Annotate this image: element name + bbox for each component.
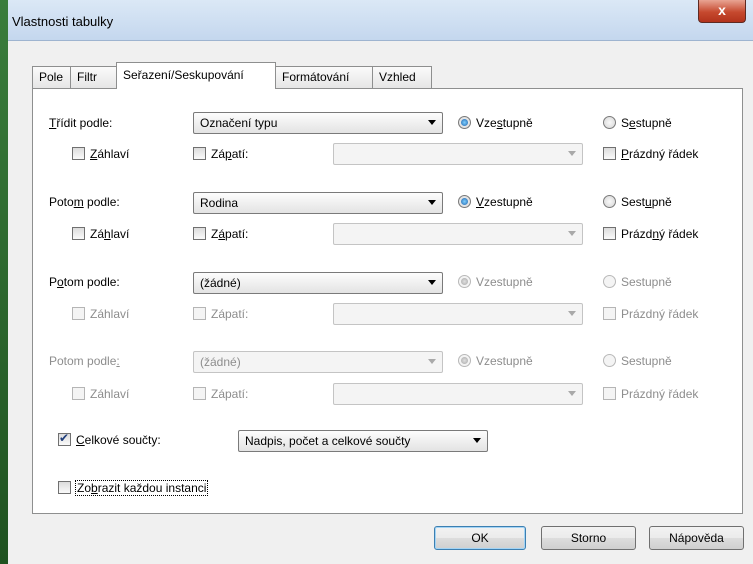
- descending-label-1: Sestupně: [621, 116, 672, 130]
- title-bar: Vlastnosti tabulky x: [8, 0, 753, 41]
- blank-row-checkbox-1[interactable]: [603, 147, 616, 160]
- dropdown-value: Rodina: [200, 196, 239, 210]
- footer-label-3: Zápatí:: [211, 307, 249, 321]
- ascending-label-4: Vzestupně: [476, 354, 533, 368]
- footer-checkbox-3[interactable]: [193, 307, 206, 320]
- dropdown-arrow-icon: [428, 280, 436, 285]
- grand-totals-dropdown[interactable]: Nadpis, počet a celkové součty: [238, 430, 488, 452]
- dropdown-value: (žádné): [200, 355, 241, 369]
- then-by-label-2: Potom podle:: [49, 195, 120, 209]
- ascending-label-3: Vzestupně: [476, 275, 533, 289]
- window-title: Vlastnosti tabulky: [12, 14, 114, 29]
- descending-radio-4[interactable]: [603, 354, 616, 367]
- tab-pole[interactable]: Pole: [32, 66, 71, 88]
- blank-row-checkbox-2[interactable]: [603, 227, 616, 240]
- ascending-radio-1[interactable]: [458, 116, 471, 129]
- table-properties-dialog: Vlastnosti tabulky x Pole Filtr Seřazení…: [8, 0, 753, 564]
- footer-dropdown-2[interactable]: [333, 223, 583, 245]
- tab-label: Pole: [39, 70, 64, 84]
- dropdown-value: Nadpis, počet a celkové součty: [245, 434, 411, 448]
- blank-row-label-4: Prázdný řádek: [621, 387, 699, 401]
- footer-checkbox-2[interactable]: [193, 227, 206, 240]
- tab-vzhled[interactable]: Vzhled: [372, 66, 432, 88]
- sort-by-dropdown-4[interactable]: (žádné): [193, 351, 443, 373]
- show-each-instance-checkbox[interactable]: [58, 481, 71, 494]
- footer-checkbox-1[interactable]: [193, 147, 206, 160]
- footer-dropdown-4[interactable]: [333, 383, 583, 405]
- footer-label-1: Zápatí:: [211, 147, 249, 161]
- ok-button[interactable]: OK: [434, 526, 526, 550]
- show-each-instance-label: Zobrazit každou instanci: [75, 480, 209, 496]
- footer-dropdown-1[interactable]: [333, 143, 583, 165]
- descending-radio-1[interactable]: [603, 116, 616, 129]
- tab-label: Formátování: [282, 70, 350, 84]
- close-icon: x: [718, 2, 726, 18]
- blank-row-label-2: Prázdný řádek: [621, 227, 699, 241]
- ascending-radio-2[interactable]: [458, 195, 471, 208]
- grand-totals-label: Celkové součty:: [76, 433, 161, 447]
- blank-row-checkbox-4[interactable]: [603, 387, 616, 400]
- then-by-label-4: Potom podle:: [49, 354, 120, 368]
- help-button[interactable]: Nápověda: [649, 526, 744, 550]
- ascending-label-1: Vzestupně: [476, 116, 533, 130]
- then-by-label-3: Potom podle:: [49, 275, 120, 289]
- ascending-radio-3[interactable]: [458, 275, 471, 288]
- header-checkbox-2[interactable]: [72, 227, 85, 240]
- dropdown-arrow-icon: [473, 438, 481, 443]
- ascending-label-2: Vzestupně: [476, 195, 533, 209]
- sort-by-dropdown-2[interactable]: Rodina: [193, 192, 443, 214]
- descending-label-3: Sestupně: [621, 275, 672, 289]
- header-label-1: Záhlaví: [90, 147, 130, 161]
- background-window-strip: [0, 0, 8, 564]
- header-checkbox-3[interactable]: [72, 307, 85, 320]
- footer-label-2: Zápatí:: [211, 227, 249, 241]
- header-label-2: Záhlaví: [90, 227, 130, 241]
- dropdown-arrow-icon: [568, 231, 576, 236]
- tab-razeni-seskupovani[interactable]: Seřazení/Seskupování: [116, 62, 276, 89]
- sort-by-label: Třídit podle:: [49, 116, 113, 130]
- header-checkbox-1[interactable]: [72, 147, 85, 160]
- dropdown-arrow-icon: [568, 311, 576, 316]
- footer-label-4: Zápatí:: [211, 387, 249, 401]
- tab-formatovani[interactable]: Formátování: [275, 66, 373, 88]
- sort-by-dropdown-1[interactable]: Označení typu: [193, 112, 443, 134]
- tab-label: Filtr: [77, 70, 97, 84]
- tab-label: Vzhled: [379, 70, 416, 84]
- descending-radio-2[interactable]: [603, 195, 616, 208]
- header-label-4: Záhlaví: [90, 387, 130, 401]
- header-label-3: Záhlaví: [90, 307, 130, 321]
- footer-checkbox-4[interactable]: [193, 387, 206, 400]
- dropdown-value: Označení typu: [200, 116, 278, 130]
- cancel-button[interactable]: Storno: [541, 526, 636, 550]
- grand-totals-checkbox[interactable]: [58, 431, 71, 446]
- descending-label-4: Sestupně: [621, 354, 672, 368]
- close-button[interactable]: x: [698, 0, 746, 23]
- ascending-radio-4[interactable]: [458, 354, 471, 367]
- dropdown-arrow-icon: [568, 391, 576, 396]
- tab-label: Seřazení/Seskupování: [123, 68, 244, 82]
- blank-row-checkbox-3[interactable]: [603, 307, 616, 320]
- descending-radio-3[interactable]: [603, 275, 616, 288]
- dropdown-value: (žádné): [200, 276, 241, 290]
- sort-by-dropdown-3[interactable]: (žádné): [193, 272, 443, 294]
- header-checkbox-4[interactable]: [72, 387, 85, 400]
- dropdown-arrow-icon: [568, 151, 576, 156]
- sort-group-panel: Třídit podle: Označení typu Vzestupně Se…: [32, 88, 743, 514]
- blank-row-label-1: Prázdný řádek: [621, 147, 699, 161]
- tab-filtr[interactable]: Filtr: [70, 66, 117, 88]
- descending-label-2: Sestupně: [621, 195, 672, 209]
- dropdown-arrow-icon: [428, 120, 436, 125]
- blank-row-label-3: Prázdný řádek: [621, 307, 699, 321]
- footer-dropdown-3[interactable]: [333, 303, 583, 325]
- dropdown-arrow-icon: [428, 359, 436, 364]
- dropdown-arrow-icon: [428, 200, 436, 205]
